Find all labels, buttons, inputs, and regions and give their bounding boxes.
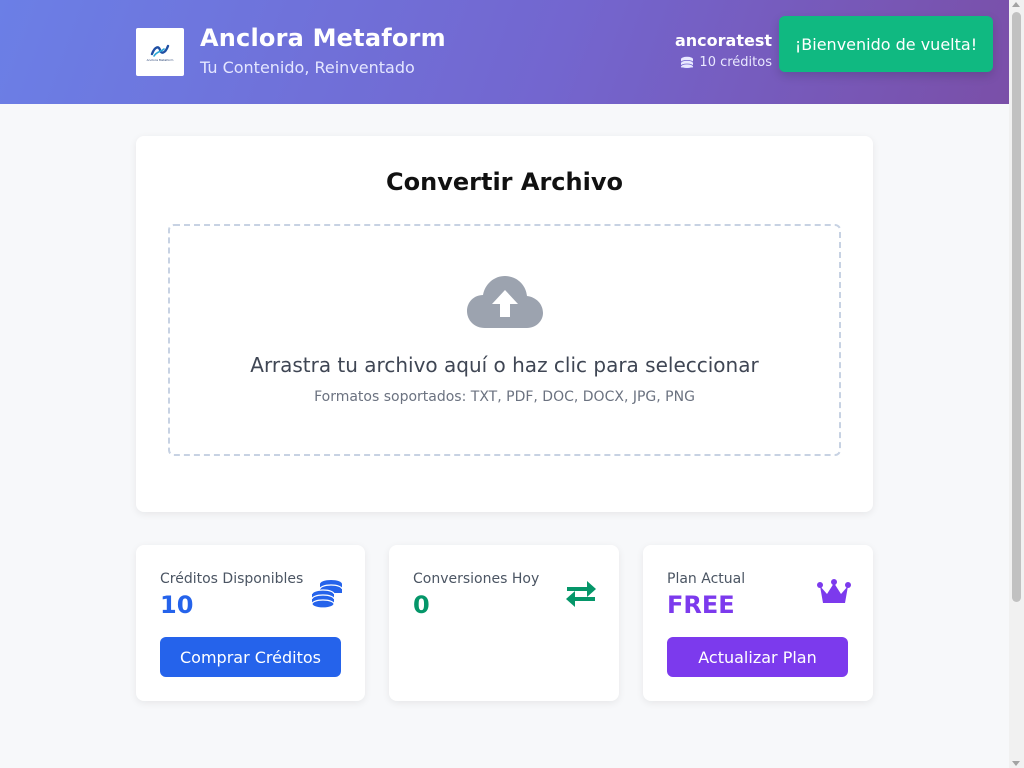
user-info: ancoratest 10 créditos [675, 31, 772, 70]
scroll-thumb[interactable] [1012, 12, 1021, 602]
welcome-toast[interactable]: ¡Bienvenido de vuelta! [779, 16, 993, 72]
plan-card: Plan Actual FREE Actualizar Plan [643, 545, 873, 701]
credits-value: 10 [160, 591, 194, 619]
header-credits-text: 10 créditos [699, 55, 772, 70]
credits-label: Créditos Disponibles [160, 571, 304, 587]
convert-title: Convertir Archivo [386, 168, 623, 196]
exchange-arrows-icon [566, 581, 596, 607]
credits-card: Créditos Disponibles 10 Comprar Créditos [136, 545, 365, 701]
cloud-upload-icon [467, 276, 543, 328]
brand-logo[interactable]: Anclora Metaform [136, 28, 184, 76]
header-credits: 10 créditos [675, 55, 772, 70]
app-title: Anclora Metaform [200, 24, 446, 52]
plan-label: Plan Actual [667, 571, 746, 587]
convert-card: Convertir Archivo Arrastra tu archivo aq… [136, 136, 873, 512]
vertical-scrollbar[interactable] [1009, 0, 1024, 768]
logo-caption: Anclora Metaform [146, 58, 174, 62]
crown-icon [817, 579, 851, 603]
upgrade-plan-label: Actualizar Plan [698, 647, 817, 667]
buy-credits-button[interactable]: Comprar Créditos [160, 637, 341, 677]
app-page: Anclora Metaform Anclora Metaform Tu Con… [0, 0, 1009, 768]
dropzone-text: Arrastra tu archivo aquí o haz clic para… [250, 353, 759, 377]
username[interactable]: ancoratest [675, 31, 772, 50]
conversions-card: Conversiones Hoy 0 [389, 545, 619, 701]
coins-icon [681, 56, 694, 69]
scroll-up-icon[interactable] [1012, 2, 1020, 7]
scroll-down-icon[interactable] [1012, 761, 1020, 766]
plan-value: FREE [667, 591, 735, 619]
toast-message: ¡Bienvenido de vuelta! [794, 34, 978, 54]
upgrade-plan-button[interactable]: Actualizar Plan [667, 637, 848, 677]
buy-credits-label: Comprar Créditos [180, 647, 321, 667]
file-dropzone[interactable]: Arrastra tu archivo aquí o haz clic para… [168, 224, 841, 456]
logo-mark-icon [150, 44, 170, 57]
supported-formats: Formatos soportados: TXT, PDF, DOC, DOCX… [314, 389, 695, 405]
conversions-label: Conversiones Hoy [413, 571, 540, 587]
conversions-value: 0 [413, 591, 430, 619]
app-subtitle: Tu Contenido, Reinventado [200, 58, 415, 77]
coins-icon [311, 580, 343, 609]
